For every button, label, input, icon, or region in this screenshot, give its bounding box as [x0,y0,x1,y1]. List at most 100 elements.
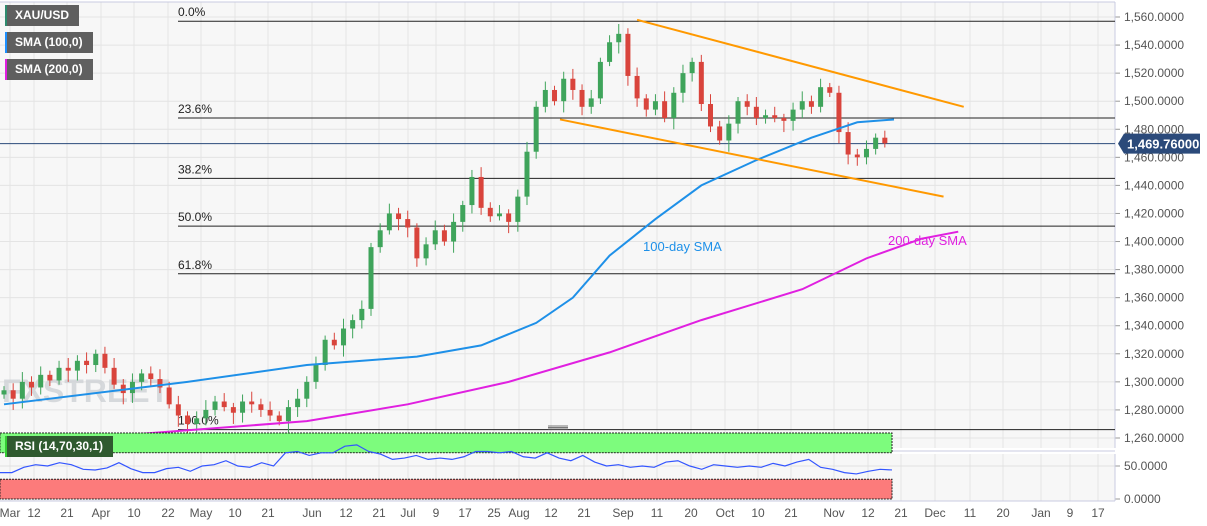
x-tick-label: 10 [228,506,242,520]
candle-down [579,89,585,107]
price-chart[interactable]: Mar 12 21 Apr 10 22 May 10 21 Jun 12 21 Jul 9 17 25 Aug 1… [0,0,1207,526]
candle-down [487,207,493,217]
candle-up [386,213,392,231]
candle-down [707,104,713,127]
candle-down [506,213,512,222]
candle-down [772,115,778,119]
candle-up [38,374,44,388]
sma100-label: 100-day SMA [643,239,722,254]
candle-down [221,401,227,408]
x-tick-label: 11 [651,506,664,520]
candle-down [47,374,53,381]
candle-down [414,227,420,259]
x-tick-label: Mar [0,506,20,520]
candle-up [671,92,677,119]
candle-up [194,418,200,424]
candle-up [542,89,548,107]
x-tick-label: Apr [92,506,111,520]
y-tick-label: 1,560.0000 [1124,10,1184,24]
candle-up [340,328,346,346]
fib-label: 38.2% [178,162,212,176]
candle-down [405,219,411,228]
candle-down [175,404,181,416]
candle-up [873,137,879,149]
x-tick-label: 10 [127,506,141,520]
candle-up [597,61,603,99]
candle-up [203,409,209,419]
candle-down [625,33,631,76]
x-tick-label: 12 [544,506,558,520]
candle-up [313,365,319,382]
x-tick-label: Jun [302,506,321,520]
candle-up [285,407,291,422]
legend-xauusd[interactable]: XAU/USD [5,5,80,26]
candle-down [552,89,558,102]
candle-down [267,409,273,416]
x-tick-label: 22 [161,506,175,520]
x-tick-label: 21 [894,506,908,520]
x-tick-label: Jan [1031,506,1050,520]
legend-sma100[interactable]: SMA (100,0) [5,32,93,53]
candle-down [276,415,282,422]
x-tick-label: Nov [823,506,844,520]
candle-up [726,123,732,141]
candle-down [827,87,833,93]
fib-label: 23.6% [178,102,212,116]
legend-rsi[interactable]: RSI (14,70,30,1) [5,436,114,457]
fib-label: 0.0% [178,5,206,19]
candle-up [561,78,567,102]
candle-down [478,176,484,208]
candle-up [652,101,658,110]
x-tick-label: Jul [400,506,415,520]
x-tick-label: 21 [784,506,798,520]
x-tick-label: Oct [716,506,735,520]
candle-up [359,308,365,321]
candle-down [166,387,172,405]
x-tick-label: 21 [60,506,74,520]
y-tick-label: 1,520.0000 [1124,66,1184,80]
x-tick-label: 11 [964,506,977,520]
candle-up [93,353,99,366]
candle-up [680,73,686,93]
candle-up [790,109,796,121]
x-tick-label: 9 [433,506,440,520]
candle-down [84,360,90,366]
candle-down [111,367,117,385]
candle-down [29,381,35,388]
chart-window: Mar 12 21 Apr 10 22 May 10 21 Jun 12 21 Jul 9 17 25 Aug 1… [0,0,1207,526]
candle-down [698,61,704,105]
candle-up [735,101,741,124]
rsi-y-tick-label: 0.0000 [1124,492,1161,506]
candle-up [212,401,218,410]
candle-down [836,92,842,133]
watermark: FXSTREET [2,373,170,409]
candle-down [258,404,264,410]
candle-down [331,339,337,346]
candle-down [854,154,860,158]
candle-up [19,381,25,399]
y-tick-label: 1,500.0000 [1124,94,1184,108]
candle-up [818,87,824,107]
candle-down [662,101,668,119]
y-tick-label: 1,340.0000 [1124,319,1184,333]
candle-down [882,137,888,144]
candle-up [350,320,356,329]
x-tick-label: 17 [458,506,472,520]
candle-down [744,101,750,107]
candle-down [10,390,16,399]
y-tick-label: 1,380.0000 [1124,263,1184,277]
candle-up [56,367,62,381]
candle-down [845,132,851,155]
legend-sma200[interactable]: SMA (200,0) [5,59,93,80]
x-tick-label: 12 [339,506,353,520]
candle-up [469,176,475,206]
candle-up [533,106,539,152]
candle-down [634,75,640,99]
y-tick-label: 1,280.0000 [1124,403,1184,417]
candle-down [148,373,154,380]
x-tick-label: 21 [577,506,591,520]
candle-up [377,230,383,248]
candle-up [432,230,438,245]
candle-down [808,101,814,107]
candle-up [139,373,145,382]
